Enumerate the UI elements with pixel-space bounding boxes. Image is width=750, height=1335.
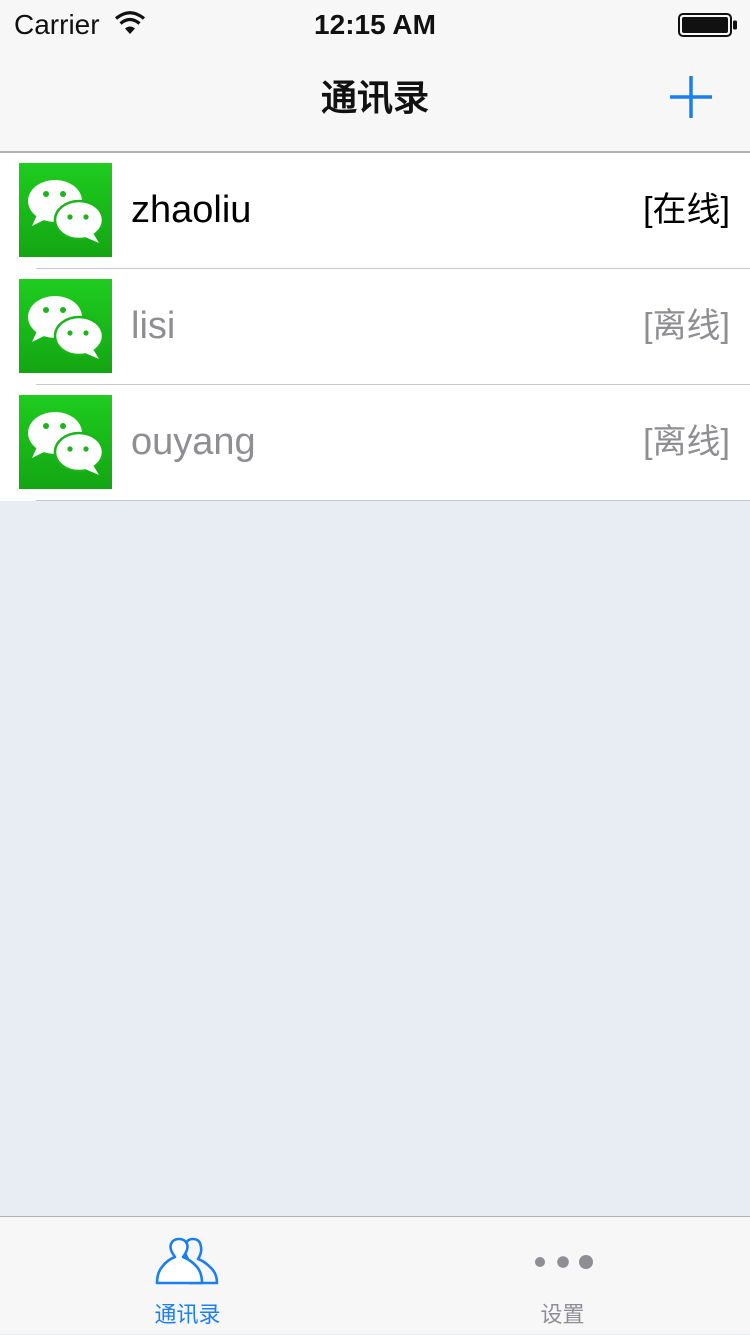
wechat-logo-icon — [19, 279, 112, 373]
contact-name: ouyang — [131, 421, 256, 463]
tab-label: 设置 — [540, 1302, 585, 1327]
contacts-icon — [155, 1237, 218, 1285]
battery-icon — [678, 13, 737, 37]
list-item[interactable]: zhaoliu [在线] — [0, 153, 750, 269]
wechat-logo-icon — [19, 163, 112, 257]
tab-contacts[interactable]: 通讯录 — [0, 1217, 375, 1335]
contact-name: lisi — [131, 305, 176, 347]
status-bar: Carrier 12:15 AM — [0, 0, 750, 40]
tab-label: 通讯录 — [154, 1302, 221, 1327]
page-title: 通讯录 — [320, 77, 429, 118]
tab-bar: 通讯录 设置 — [0, 1216, 750, 1334]
add-contact-button[interactable] — [664, 70, 718, 124]
list-item[interactable]: lisi [离线] — [0, 269, 750, 385]
list-item[interactable]: ouyang [离线] — [0, 385, 750, 501]
clock: 12:15 AM — [314, 9, 436, 40]
status-badge: [离线] — [643, 307, 730, 345]
more-dots-icon — [534, 1255, 593, 1269]
wechat-logo-icon — [19, 395, 112, 489]
contact-list: zhaoliu [在线] lisi [离线] ouyang [离线] — [0, 153, 750, 501]
status-badge: [在线] — [643, 191, 730, 229]
status-badge: [离线] — [643, 423, 730, 461]
tab-settings[interactable]: 设置 — [375, 1217, 750, 1335]
contact-name: zhaoliu — [131, 189, 252, 231]
navigation-bar: 通讯录 — [0, 40, 750, 153]
